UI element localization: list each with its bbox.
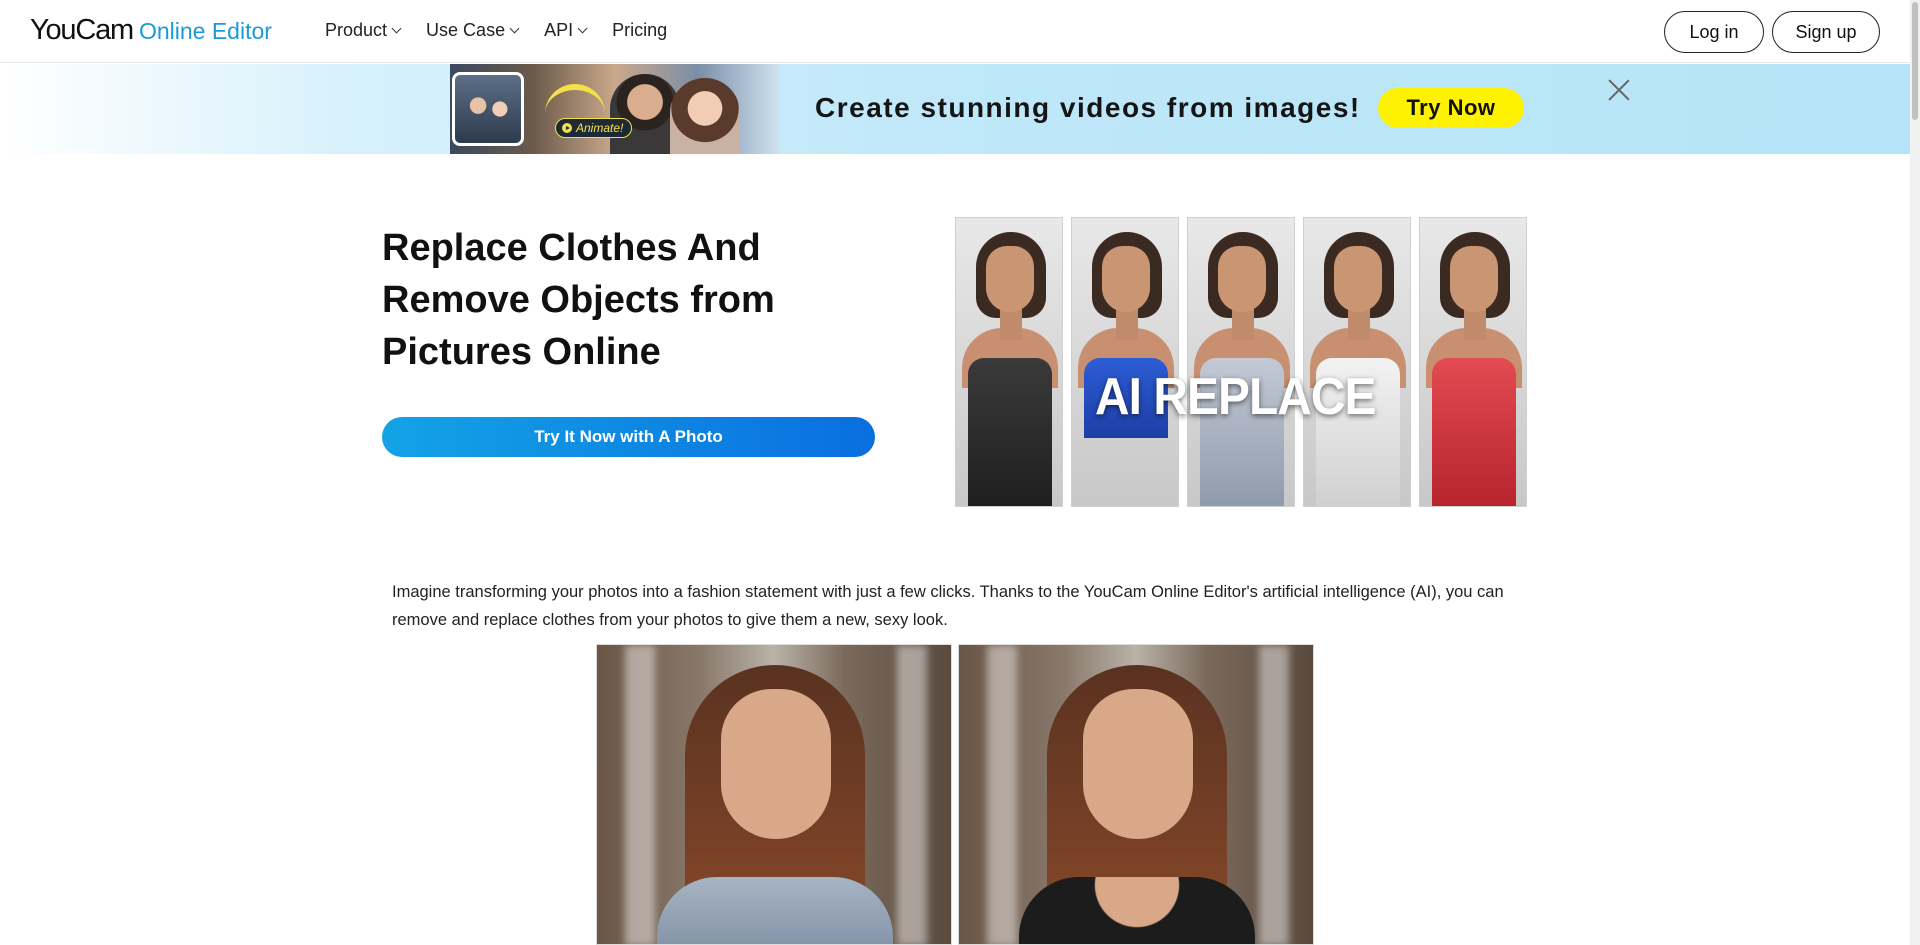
- chevron-down-icon: [391, 23, 402, 34]
- scrollbar-thumb[interactable]: [1912, 2, 1918, 120]
- close-icon[interactable]: [1608, 79, 1630, 101]
- scrollbar[interactable]: [1910, 0, 1920, 945]
- nav-product-label: Product: [325, 20, 388, 40]
- banner-try-now-button[interactable]: Try Now: [1378, 88, 1524, 128]
- nav-api-label: API: [544, 20, 574, 40]
- play-icon: [562, 123, 572, 133]
- banner-image[interactable]: Animate!: [450, 64, 780, 154]
- ai-replace-overlay: AI REPLACE: [1095, 368, 1376, 426]
- signup-button[interactable]: Sign up: [1772, 11, 1880, 53]
- logo[interactable]: YouCam Online Editor: [30, 14, 272, 47]
- chevron-down-icon: [577, 23, 588, 34]
- try-it-now-button[interactable]: Try It Now with A Photo: [382, 417, 875, 457]
- nav-pricing[interactable]: Pricing: [612, 20, 667, 41]
- animate-badge: Animate!: [555, 118, 633, 138]
- promo-banner: Animate! Create stunning videos from ima…: [0, 64, 1910, 154]
- nav-product[interactable]: Product: [325, 20, 402, 41]
- gallery-panel: [1071, 217, 1179, 507]
- banner-text: Create stunning videos from images!: [815, 92, 1361, 123]
- banner-person: [670, 78, 740, 154]
- after-image: [958, 644, 1314, 945]
- nav-pricing-label: Pricing: [612, 20, 668, 40]
- intro-paragraph: Imagine transforming your photos into a …: [392, 583, 1504, 629]
- nav-api[interactable]: API: [544, 20, 588, 41]
- banner-thumbnail: [452, 72, 524, 146]
- gallery-panel: [1187, 217, 1295, 507]
- page-title: Replace Clothes And Remove Objects from …: [382, 227, 775, 373]
- gallery-panel: [955, 217, 1063, 507]
- gallery-panel: [1303, 217, 1411, 507]
- before-image: [596, 644, 952, 945]
- main-nav: Product Use Case API Pricing: [325, 20, 693, 41]
- hero-gallery: AI REPLACE: [955, 217, 1528, 507]
- logo-subtext: Online Editor: [138, 18, 272, 44]
- site-header: YouCam Online Editor Product Use Case AP…: [0, 0, 1910, 63]
- animate-badge-label: Animate!: [576, 121, 624, 135]
- gallery-panel: [1419, 217, 1527, 507]
- login-button[interactable]: Log in: [1664, 11, 1764, 53]
- before-after-images: [596, 644, 1314, 945]
- nav-use-case-label: Use Case: [426, 20, 506, 40]
- logo-text: YouCam: [30, 14, 134, 46]
- nav-use-case[interactable]: Use Case: [426, 20, 520, 41]
- chevron-down-icon: [509, 23, 520, 34]
- arrow-icon: [545, 84, 605, 114]
